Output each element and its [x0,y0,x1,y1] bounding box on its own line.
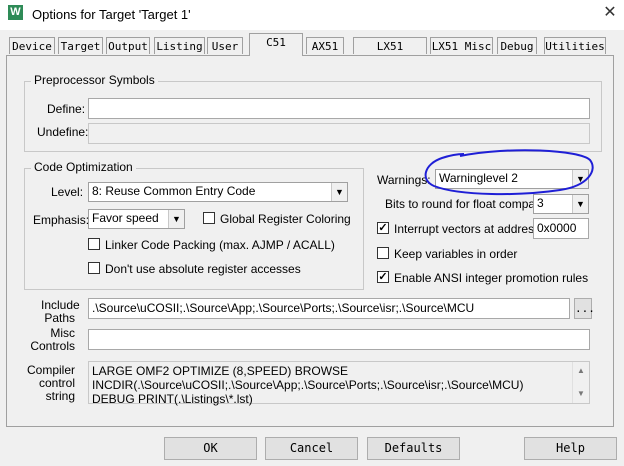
bits-dropdown[interactable]: 3 ▼ [533,194,589,214]
chevron-down-icon[interactable]: ▼ [168,210,184,228]
interrupt-address-input[interactable]: 0x0000 [533,218,589,239]
misc-controls-input[interactable] [88,329,590,350]
chevron-down-icon[interactable]: ▼ [572,195,588,213]
close-icon[interactable]: ✕ [601,4,619,22]
misc-controls-label-1: Misc [50,326,75,340]
emphasis-label: Emphasis: [33,213,90,227]
global-register-coloring-label: Global Register Coloring [220,212,351,226]
tab-device[interactable]: Device [9,37,55,54]
compiler-control-label-3: string [45,389,75,403]
tab-listing[interactable]: Listing [154,37,205,54]
bits-label: Bits to round for float compare: [385,197,550,211]
tab-lx51-locate[interactable]: LX51 Locate [353,37,427,70]
keep-variables-label: Keep variables in order [394,247,518,261]
emphasis-value: Favor speed [92,211,159,225]
scroll-down-icon[interactable]: ▼ [573,387,589,401]
preprocessor-group-title: Preprocessor Symbols [31,73,158,87]
chevron-down-icon[interactable]: ▼ [331,183,347,201]
ansi-promotion-checkbox[interactable]: ✓ [377,271,389,283]
no-absolute-register-label: Don't use absolute register accesses [105,262,301,276]
compiler-control-label-1: Compiler [26,363,75,377]
tab-ax51[interactable]: AX51 [306,37,344,54]
cancel-button[interactable]: Cancel [265,437,358,460]
include-paths-label-2: Paths [44,311,75,325]
tab-user[interactable]: User [207,37,243,54]
compiler-control-scrollbar[interactable]: ▲ ▼ [572,362,589,403]
tab-c51[interactable]: C51 [249,33,303,56]
include-paths-label-1: Include [41,298,80,312]
scroll-up-icon[interactable]: ▲ [573,364,589,378]
tab-target[interactable]: Target [58,37,103,54]
ansi-promotion-label: Enable ANSI integer promotion rules [394,271,589,285]
annotation-ellipse [424,149,594,196]
undefine-label: Undefine: [37,125,89,139]
window-title: Options for Target 'Target 1' [32,7,191,22]
level-dropdown[interactable]: 8: Reuse Common Entry Code ▼ [88,182,348,202]
global-register-coloring-checkbox[interactable] [203,212,215,224]
tab-output[interactable]: Output [106,37,150,54]
help-button[interactable]: Help [524,437,617,460]
compiler-control-label-2: control [38,376,75,390]
defaults-button[interactable]: Defaults [367,437,460,460]
misc-controls-label-2: Controls [30,339,75,353]
code-optimization-title: Code Optimization [31,160,136,174]
title-bar: W Options for Target 'Target 1' ✕ [0,0,624,30]
level-label: Level: [51,185,84,199]
define-label: Define: [47,102,86,116]
interrupt-vectors-label: Interrupt vectors at address: [394,222,544,236]
bits-value: 3 [537,196,544,210]
ok-button[interactable]: OK [164,437,257,460]
no-absolute-register-checkbox[interactable] [88,262,100,274]
linker-code-packing-checkbox[interactable] [88,238,100,250]
tab-utilities[interactable]: Utilities [544,37,606,54]
include-paths-input[interactable]: .\Source\uCOSII;.\Source\App;.\Source\Po… [88,298,570,319]
include-paths-browse-button[interactable]: ... [574,298,595,319]
keep-variables-checkbox[interactable] [377,247,389,259]
tab-debug[interactable]: Debug [497,37,537,54]
compiler-control-string: LARGE OMF2 OPTIMIZE (8,SPEED) BROWSE INC… [88,361,590,406]
tab-lx51-misc[interactable]: LX51 Misc [430,37,493,54]
app-icon: W [8,5,23,20]
undefine-input[interactable] [88,123,590,144]
compiler-control-text: LARGE OMF2 OPTIMIZE (8,SPEED) BROWSE INC… [92,364,524,406]
emphasis-dropdown[interactable]: Favor speed ▼ [88,209,185,229]
linker-code-packing-label: Linker Code Packing (max. AJMP / ACALL) [105,238,335,252]
interrupt-vectors-checkbox[interactable]: ✓ [377,222,389,234]
level-value: 8: Reuse Common Entry Code [92,184,256,198]
define-input[interactable] [88,98,590,119]
